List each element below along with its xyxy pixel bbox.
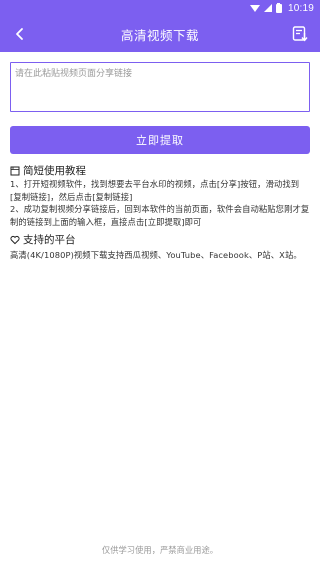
heart-icon	[10, 235, 20, 245]
platforms-heading: 支持的平台	[10, 232, 310, 247]
tutorial-heading-text: 简短使用教程	[23, 165, 86, 177]
status-time: 10:19	[287, 2, 314, 14]
page-title: 高清视频下载	[120, 27, 199, 43]
download-list-icon	[292, 26, 308, 42]
wifi-icon	[249, 4, 260, 12]
tutorial-section: 简短使用教程 1、打开短视频软件，找到想要去平台水印的视频，点击[分享]按钮，滑…	[0, 163, 320, 262]
status-bar: 10:19	[0, 0, 320, 16]
back-button[interactable]	[8, 22, 32, 46]
platforms-text: 高清(4K/1080P)视频下载支持西瓜视频、YouTube、Facebook、…	[10, 250, 302, 260]
tutorial-step-2: 2、成功复制视频分享链接后，回到本软件的当前页面，软件会自动粘贴您刚才复制的链接…	[10, 204, 310, 227]
back-arrow-icon	[16, 28, 23, 40]
tutorial-step-1: 1、打开短视频软件，找到想要去平台水印的视频，点击[分享]按钮，滑动找到[复制链…	[10, 179, 300, 202]
app-bar: 高清视频下载	[0, 16, 320, 52]
link-input-container	[0, 52, 320, 116]
footer-disclaimer: 仅供学习使用，严禁商业用途。	[101, 545, 219, 555]
platforms-heading-text: 支持的平台	[23, 234, 76, 246]
download-list-button[interactable]	[288, 22, 312, 46]
link-input[interactable]	[10, 62, 310, 112]
battery-icon	[275, 2, 282, 13]
extract-button[interactable]: 立即提取	[10, 126, 310, 154]
tutorial-heading: 简短使用教程	[10, 163, 310, 178]
signal-icon	[263, 4, 272, 12]
book-icon	[10, 166, 20, 176]
